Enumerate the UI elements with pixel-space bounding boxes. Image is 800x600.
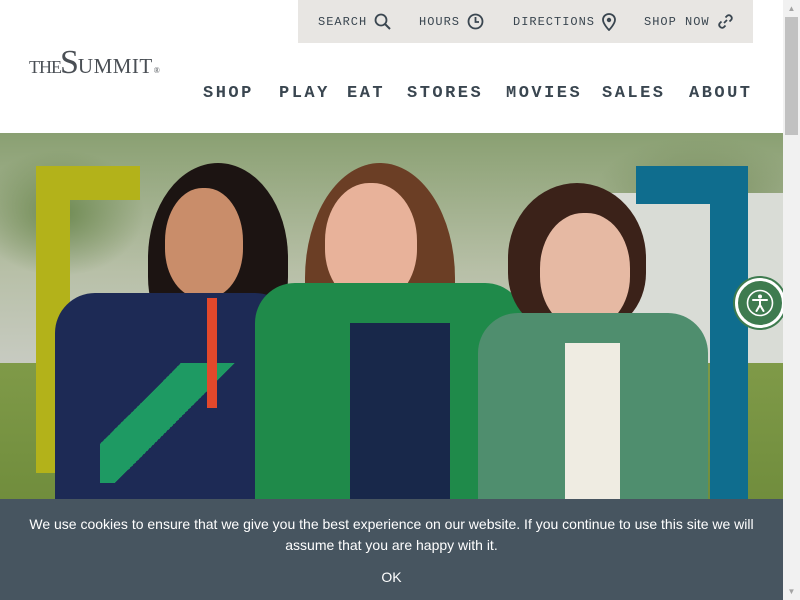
- nav-eat[interactable]: EAT: [347, 84, 385, 103]
- logo-the: THE: [29, 57, 62, 77]
- nav-shop[interactable]: SHOP: [203, 84, 254, 103]
- nav-movies[interactable]: MOVIES: [506, 84, 582, 103]
- shop-now-link[interactable]: SHOP NOW: [644, 0, 734, 43]
- hours-label: HOURS: [419, 14, 461, 29]
- nav-play[interactable]: PLAY: [279, 84, 330, 103]
- hours-link[interactable]: HOURS: [419, 0, 484, 43]
- search-link[interactable]: SEARCH: [318, 0, 391, 43]
- link-icon: [717, 14, 733, 29]
- accessibility-icon: [746, 289, 774, 317]
- utility-bar: SEARCH HOURS DIRECTIONS SHOP NOW: [298, 0, 753, 43]
- directions-link[interactable]: DIRECTIONS: [513, 0, 616, 43]
- scrollbar-thumb[interactable]: [785, 17, 798, 135]
- main-nav: SHOP PLAY EAT STORES MOVIES SALES ABOUT: [0, 84, 800, 106]
- clock-icon: [467, 13, 484, 30]
- cookie-ok-button[interactable]: OK: [381, 569, 401, 585]
- nav-about[interactable]: ABOUT: [689, 84, 753, 103]
- nav-sales[interactable]: SALES: [602, 84, 666, 103]
- search-icon: [374, 13, 391, 30]
- site-logo[interactable]: THE S UMMIT ®: [29, 46, 160, 82]
- search-label: SEARCH: [318, 14, 368, 29]
- accessibility-button[interactable]: [735, 278, 783, 328]
- map-pin-icon: [602, 12, 616, 31]
- logo-ummit: UMMIT: [77, 54, 153, 78]
- vertical-scrollbar[interactable]: ▲ ▼: [783, 0, 800, 600]
- logo-registered-mark: ®: [153, 66, 160, 75]
- cookie-message: We use cookies to ensure that we give yo…: [29, 516, 754, 553]
- hero-image: [0, 133, 783, 533]
- directions-label: DIRECTIONS: [513, 14, 596, 29]
- shop-now-label: SHOP NOW: [644, 14, 710, 29]
- nav-stores[interactable]: STORES: [407, 84, 483, 103]
- scroll-down-arrow-icon[interactable]: ▼: [783, 583, 800, 600]
- cookie-banner: We use cookies to ensure that we give yo…: [0, 499, 783, 600]
- scroll-up-arrow-icon[interactable]: ▲: [783, 0, 800, 17]
- logo-s: S: [60, 44, 79, 81]
